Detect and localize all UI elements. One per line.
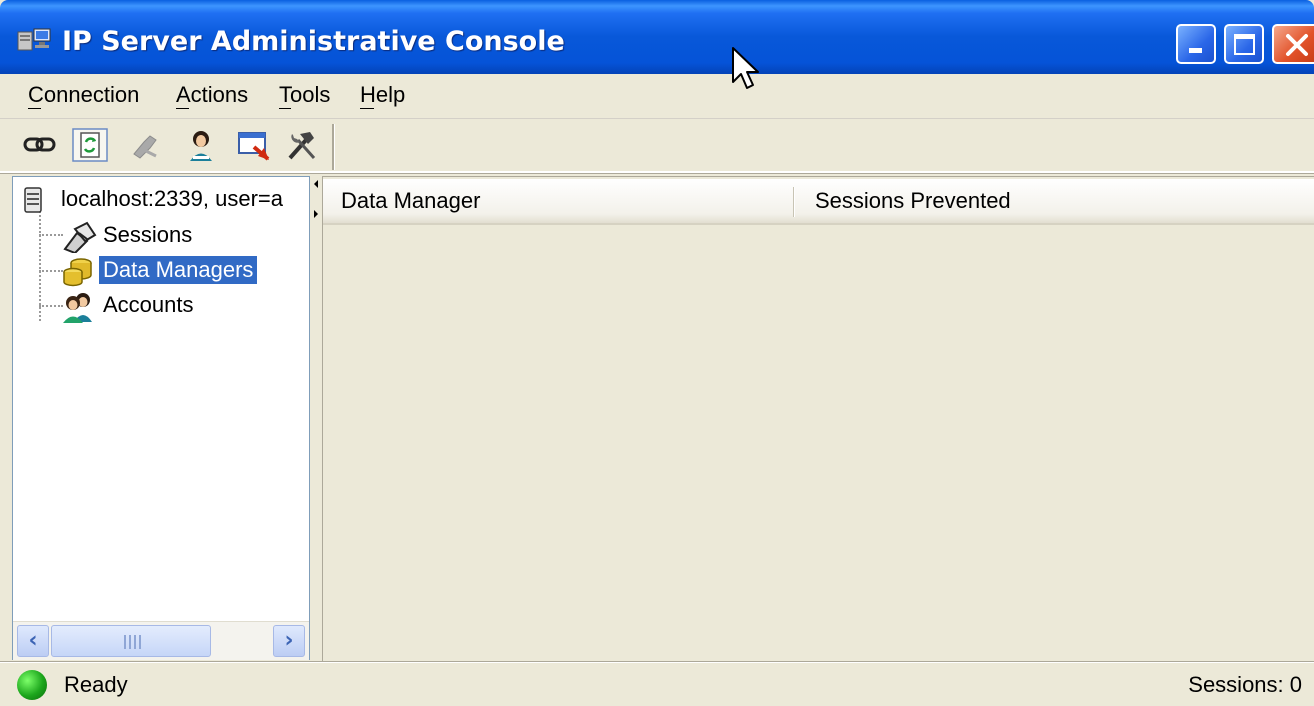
status-bar <box>0 662 1314 706</box>
menu-bar: Connection Actions Tools Help <box>0 74 1314 119</box>
grip-line <box>129 635 131 649</box>
panel-splitter[interactable] <box>312 176 320 660</box>
tree-item-label: Sessions <box>103 222 193 247</box>
globe-icon <box>17 670 47 700</box>
column-header-data-manager[interactable]: Data Manager <box>323 179 793 223</box>
tree-item-label: localhost:2339, user=a <box>61 186 283 211</box>
menu-help[interactable]: Help <box>360 82 405 108</box>
column-header-sessions-prevented[interactable]: Sessions Prevented <box>797 179 1314 223</box>
maximize-icon <box>1234 34 1255 55</box>
grip-line <box>124 635 126 649</box>
grip-line <box>139 635 141 649</box>
refresh-icon[interactable] <box>72 128 108 162</box>
scrollbar-thumb[interactable] <box>51 625 211 657</box>
mnemonic-underline <box>360 108 374 109</box>
maximize-button[interactable] <box>1224 24 1264 64</box>
data-managers-icon <box>63 258 92 287</box>
user-accounts-icon[interactable] <box>184 128 220 162</box>
mnemonic-underline <box>176 108 189 109</box>
column-divider[interactable] <box>793 187 795 217</box>
tree-connector <box>39 234 63 236</box>
main-window: IP Server Administrative Console Connect… <box>0 0 1314 706</box>
tree-item-label: Accounts <box>103 292 194 317</box>
status-text: Ready <box>64 672 128 697</box>
app-icon <box>17 28 51 51</box>
window-title: IP Server Administrative Console <box>62 26 565 57</box>
scroll-right-button[interactable]: › <box>273 625 305 657</box>
tree-item-label: Data Managers <box>99 256 258 284</box>
title-bar[interactable]: IP Server Administrative Console <box>0 0 1314 74</box>
chevron-left-icon: ‹ <box>28 628 38 653</box>
toolbar-separator <box>332 124 335 170</box>
scroll-left-button[interactable]: ‹ <box>17 625 49 657</box>
tree-connector <box>39 270 63 272</box>
close-button[interactable] <box>1272 24 1314 64</box>
session-kill-icon[interactable] <box>236 128 272 162</box>
chevron-right-icon: › <box>284 628 294 653</box>
sessions-icon <box>63 221 97 253</box>
close-icon <box>1286 34 1308 56</box>
data-manager-list[interactable]: Data Manager Sessions Prevented <box>322 176 1314 661</box>
accounts-icon <box>63 293 92 323</box>
tree-connector <box>39 305 63 307</box>
navigation-tree[interactable]: localhost:2339, user=a Sessions Data Man… <box>12 176 310 660</box>
mnemonic-underline <box>28 108 41 109</box>
minimize-button[interactable] <box>1176 24 1216 64</box>
disconnect-icon[interactable] <box>128 128 164 162</box>
list-header: Data Manager Sessions Prevented <box>323 179 1314 225</box>
toolbar <box>0 119 1314 173</box>
menu-tools[interactable]: Tools <box>279 82 330 108</box>
sessions-count: Sessions: 0 <box>1188 672 1302 697</box>
grip-line <box>134 635 136 649</box>
connect-link-icon[interactable] <box>22 128 58 162</box>
minimize-icon <box>1189 48 1202 53</box>
menu-actions[interactable]: Actions <box>176 82 248 108</box>
tools-hammer-icon[interactable] <box>284 128 320 162</box>
mouse-cursor-icon <box>732 47 759 89</box>
menu-connection[interactable]: Connection <box>28 82 139 108</box>
mnemonic-underline <box>279 108 291 109</box>
tree-horizontal-scrollbar[interactable]: ‹ › <box>13 621 309 660</box>
splitter-arrows-icon <box>314 180 318 218</box>
server-icon <box>24 187 42 213</box>
